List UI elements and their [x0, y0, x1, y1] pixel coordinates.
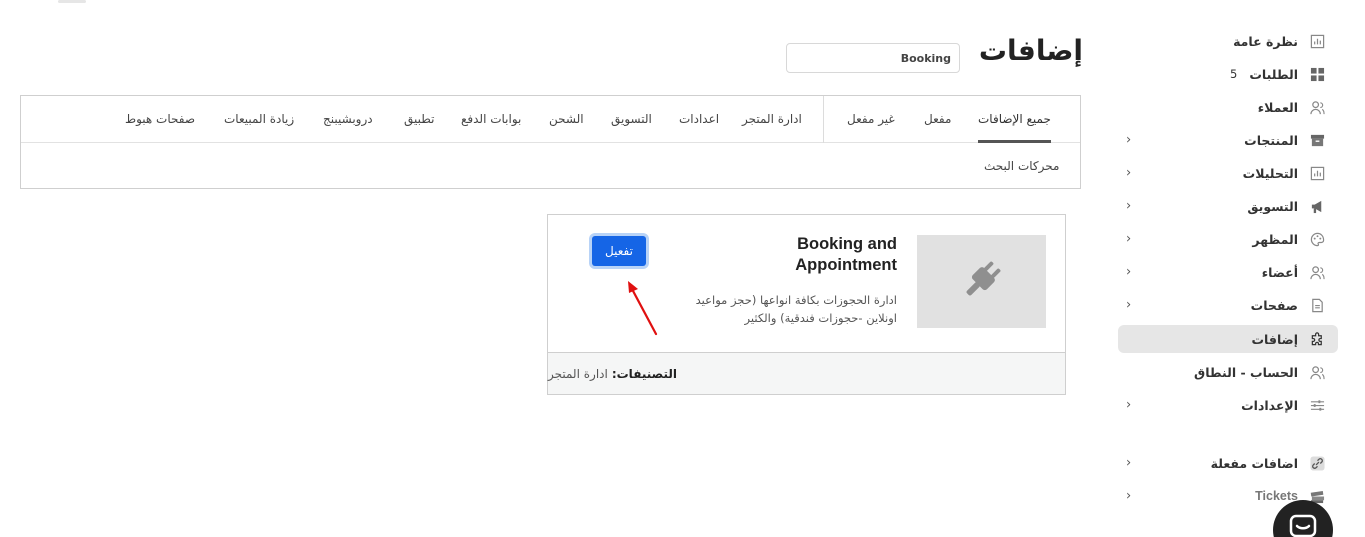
- tab-divider: [823, 96, 824, 143]
- chevron-left-icon: ›: [1126, 165, 1132, 181]
- sidebar-item-label: أعضاء: [1261, 264, 1298, 280]
- chevron-left-icon: ›: [1126, 132, 1132, 148]
- link-icon: [1308, 454, 1326, 472]
- tab-landing-pages[interactable]: صفحات هبوط: [125, 96, 195, 143]
- chevron-left-icon: ›: [1126, 264, 1132, 280]
- tab-bar: جميع الإضافات مفعل غير مفعل ادارة المتجر…: [21, 96, 1080, 143]
- sidebar-item-orders[interactable]: الطلبات 5: [1118, 60, 1338, 88]
- sidebar-item-label: المنتجات: [1244, 132, 1298, 148]
- sidebar-item-pages[interactable]: صفحات ›: [1118, 291, 1338, 319]
- palette-icon: [1308, 230, 1326, 248]
- addon-title: Booking and Appointment: [795, 235, 897, 274]
- users-icon: [1308, 363, 1326, 381]
- users-icon: [1308, 98, 1326, 116]
- chevron-left-icon: ›: [1126, 231, 1132, 247]
- addons-filter-panel: جميع الإضافات مفعل غير مفعل ادارة المتجر…: [20, 95, 1081, 189]
- tab-dropshipping[interactable]: دروبشيبنج: [323, 96, 373, 143]
- page-icon: [1308, 296, 1326, 314]
- tab-bar-row2: محركات البحث: [21, 143, 1080, 189]
- sidebar-item-label: التسويق: [1247, 198, 1298, 214]
- sidebar-item-overview[interactable]: نظرة عامة: [1118, 27, 1338, 55]
- tab-payment-gateways[interactable]: بوابات الدفع: [461, 96, 521, 143]
- sidebar-item-marketing[interactable]: التسويق ›: [1118, 192, 1338, 220]
- sidebar-item-label: التحليلات: [1242, 165, 1298, 181]
- chevron-left-icon: ›: [1126, 397, 1132, 413]
- tab-enabled[interactable]: مفعل: [924, 96, 951, 143]
- tab-store-management[interactable]: ادارة المتجر: [742, 96, 802, 143]
- annotation-arrow: [628, 281, 658, 336]
- orders-count-badge: 5: [1230, 67, 1238, 81]
- sidebar-item-label: المظهر: [1252, 231, 1298, 247]
- page-title: إضافات: [978, 34, 1083, 67]
- plug-icon: [958, 256, 1006, 307]
- tab-all-addons[interactable]: جميع الإضافات: [978, 96, 1051, 143]
- top-edge-mark: [58, 0, 86, 3]
- tab-settings[interactable]: اعدادات: [679, 96, 719, 143]
- chart-icon: [1308, 164, 1326, 182]
- tab-marketing[interactable]: التسويق: [611, 96, 652, 143]
- activate-button[interactable]: تفعيل: [592, 236, 646, 266]
- chat-icon: [1288, 514, 1318, 537]
- sidebar-item-label: إضافات: [1251, 331, 1299, 347]
- category-label: التصنيفات:: [611, 366, 677, 381]
- users-icon: [1308, 263, 1326, 281]
- sidebar-item-settings[interactable]: الإعدادات ›: [1118, 391, 1338, 419]
- chevron-left-icon: ›: [1126, 488, 1132, 504]
- sidebar-item-label: الطلبات: [1249, 66, 1298, 82]
- tab-shipping[interactable]: الشحن: [549, 96, 584, 143]
- sidebar-item-label: صفحات: [1250, 297, 1298, 313]
- box-icon: [1308, 131, 1326, 149]
- search-input[interactable]: [786, 43, 960, 73]
- sidebar-item-analytics[interactable]: التحليلات ›: [1118, 159, 1338, 187]
- sidebar-item-label: الإعدادات: [1241, 397, 1298, 413]
- chevron-left-icon: ›: [1126, 198, 1132, 214]
- sidebar-item-account-domain[interactable]: الحساب - النطاق: [1118, 358, 1338, 386]
- tab-app[interactable]: تطبيق: [404, 96, 434, 143]
- chevron-left-icon: ›: [1126, 455, 1132, 471]
- chevron-left-icon: ›: [1126, 297, 1132, 313]
- sidebar-item-products[interactable]: المنتجات ›: [1118, 126, 1338, 154]
- sliders-icon: [1308, 396, 1326, 414]
- addon-card-footer: التصنيفات: ادارة المتجر: [548, 352, 1065, 394]
- tab-search-engines[interactable]: محركات البحث: [984, 143, 1059, 189]
- tab-upsell[interactable]: زيادة المبيعات: [224, 96, 294, 143]
- sidebar-item-label: العملاء: [1257, 99, 1298, 115]
- tab-disabled[interactable]: غير مفعل: [847, 96, 895, 143]
- addon-thumbnail: [917, 235, 1046, 328]
- sidebar-item-label: الحساب - النطاق: [1194, 364, 1298, 380]
- category-value: ادارة المتجر: [548, 366, 608, 381]
- sidebar-item-label: اضافات مفعلة: [1210, 455, 1298, 471]
- sidebar-item-addons[interactable]: إضافات: [1118, 325, 1338, 353]
- puzzle-icon: [1308, 330, 1326, 348]
- sidebar-item-members[interactable]: أعضاء ›: [1118, 258, 1338, 286]
- sidebar-item-active-addons[interactable]: اضافات مفعلة ›: [1118, 449, 1338, 477]
- addon-description: ادارة الحجوزات بكافة انواعها (حجز مواعيد…: [695, 293, 897, 325]
- grid-icon: [1308, 65, 1326, 83]
- megaphone-icon: [1308, 197, 1326, 215]
- sidebar-item-label: نظرة عامة: [1233, 33, 1298, 49]
- chart-icon: [1308, 32, 1326, 50]
- sidebar-item-appearance[interactable]: المظهر ›: [1118, 225, 1338, 253]
- sidebar-item-customers[interactable]: العملاء: [1118, 93, 1338, 121]
